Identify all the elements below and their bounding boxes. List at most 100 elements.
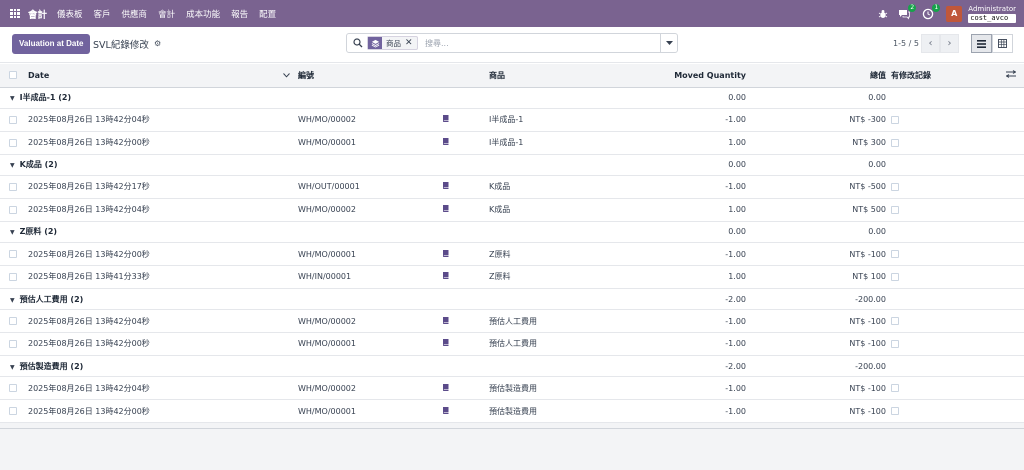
- table-row[interactable]: 2025年08月26日 13時42分00秒 WH/MO/00001 I半成品-1 1.…: [0, 131, 1024, 155]
- avatar[interactable]: A: [946, 5, 963, 22]
- gear-icon[interactable]: ⚙: [154, 39, 161, 48]
- modified-checkbox: [891, 407, 899, 416]
- column-header-modified[interactable]: 有修改記錄: [886, 64, 1006, 87]
- search-input[interactable]: [425, 37, 655, 50]
- cell-total: NT$ 100: [852, 272, 886, 282]
- cell-product: 預估人工費用: [489, 316, 537, 326]
- list-view-button[interactable]: [971, 34, 992, 53]
- cell-moved-quantity: -1.00: [725, 182, 746, 192]
- apps-menu-icon[interactable]: [10, 8, 20, 19]
- menu-item-dashboard[interactable]: 儀表板: [57, 8, 83, 20]
- group-row[interactable]: ▼ 預估人工費用 (2) -2.00 -200.00: [0, 288, 1024, 310]
- caret-down-icon: ▼: [10, 363, 15, 371]
- cell-reference: WH/MO/00001: [298, 249, 356, 259]
- select-all-checkbox[interactable]: [9, 71, 17, 80]
- row-checkbox[interactable]: [9, 250, 17, 259]
- view-switcher: [971, 34, 1013, 53]
- column-header-reference[interactable]: 編號: [296, 64, 436, 87]
- row-checkbox[interactable]: [9, 339, 17, 348]
- book-icon[interactable]: [442, 181, 450, 192]
- cell-moved-quantity: 1.00: [728, 205, 746, 215]
- table-row[interactable]: 2025年08月26日 13時42分00秒 WH/MO/00001 預估製造費用 -1…: [0, 400, 1024, 423]
- table-icon: [998, 39, 1007, 48]
- row-checkbox[interactable]: [9, 115, 17, 124]
- table-row[interactable]: 2025年08月26日 13時42分17秒 WH/OUT/00001 K成品 -1.0…: [0, 176, 1024, 199]
- optional-columns-toggle[interactable]: [1006, 64, 1024, 87]
- book-icon[interactable]: [442, 383, 450, 394]
- activity-clock-icon[interactable]: 1: [922, 3, 941, 20]
- navbar-systray: 2 1 A Administrator cost_avco: [878, 0, 1016, 27]
- cell-date: 2025年08月26日 13時42分04秒: [28, 115, 150, 125]
- previous-page-button[interactable]: ‹: [921, 34, 940, 53]
- row-checkbox[interactable]: [9, 138, 17, 147]
- column-header-date[interactable]: Date: [24, 64, 296, 87]
- group-row[interactable]: ▼ Z原料 (2) 0.00 0.00: [0, 221, 1024, 243]
- menu-item-customers[interactable]: 客戶: [94, 8, 111, 20]
- next-page-button[interactable]: ›: [940, 34, 959, 53]
- cell-total: NT$ -300: [849, 115, 886, 125]
- book-icon[interactable]: [442, 271, 450, 282]
- search-options-toggle[interactable]: [660, 34, 677, 52]
- database-name: cost_avco: [968, 13, 1016, 23]
- book-icon[interactable]: [442, 204, 450, 215]
- group-label: K成品 (2): [19, 160, 58, 170]
- table-row[interactable]: 2025年08月26日 13時42分04秒 WH/MO/00002 K成品 1.00 N…: [0, 198, 1024, 222]
- chat-icon[interactable]: 2: [898, 3, 917, 20]
- group-total: 0.00: [868, 160, 886, 170]
- group-label: I半成品-1 (2): [19, 93, 72, 103]
- row-checkbox[interactable]: [9, 272, 17, 281]
- group-row[interactable]: ▼ K成品 (2) 0.00 0.00: [0, 154, 1024, 176]
- row-checkbox[interactable]: [9, 205, 17, 214]
- list-icon: [977, 39, 986, 48]
- search-icon[interactable]: [353, 38, 363, 48]
- cell-moved-quantity: 1.00: [728, 138, 746, 148]
- book-icon[interactable]: [442, 249, 450, 260]
- cell-moved-quantity: -1.00: [725, 115, 746, 125]
- column-header-total[interactable]: 總值: [746, 64, 886, 87]
- group-row[interactable]: ▼ 預估製造費用 (2) -2.00 -200.00: [0, 355, 1024, 377]
- activity-badge: 1: [932, 3, 941, 12]
- menu-item-configuration[interactable]: 配置: [259, 8, 276, 20]
- column-header-product[interactable]: 商品: [486, 64, 636, 87]
- cell-date: 2025年08月26日 13時41分33秒: [28, 272, 150, 282]
- menu-item-accounting[interactable]: 會計: [158, 8, 175, 20]
- group-moved-quantity: -2.00: [725, 361, 746, 371]
- caret-down-icon: ▼: [10, 229, 15, 237]
- row-checkbox[interactable]: [9, 317, 17, 326]
- group-moved-quantity: 0.00: [728, 227, 746, 237]
- cell-reference: WH/MO/00002: [298, 205, 356, 215]
- modified-checkbox: [891, 250, 899, 259]
- bug-icon[interactable]: [878, 9, 888, 19]
- cell-moved-quantity: -1.00: [725, 249, 746, 259]
- book-icon[interactable]: [442, 338, 450, 349]
- app-brand[interactable]: 會計: [28, 7, 47, 21]
- table-row[interactable]: 2025年08月26日 13時42分04秒 WH/MO/00002 預估製造費用 -1…: [0, 377, 1024, 400]
- table-row[interactable]: 2025年08月26日 13時42分00秒 WH/MO/00001 預估人工費用 -1…: [0, 333, 1024, 356]
- row-checkbox[interactable]: [9, 182, 17, 191]
- group-label: 預估製造費用 (2): [19, 361, 84, 371]
- table-row[interactable]: 2025年08月26日 13時42分00秒 WH/MO/00001 Z原料 -1.00…: [0, 243, 1024, 266]
- row-checkbox[interactable]: [9, 384, 17, 393]
- column-header-moved-quantity[interactable]: Moved Quantity: [636, 64, 746, 87]
- cell-total: NT$ 300: [852, 138, 886, 148]
- pager-buttons: ‹ ›: [921, 34, 959, 53]
- menu-item-costing[interactable]: 成本功能: [186, 8, 220, 20]
- pivot-view-button[interactable]: [992, 34, 1013, 53]
- user-menu[interactable]: Administrator cost_avco: [968, 5, 1016, 23]
- table-row[interactable]: 2025年08月26日 13時42分04秒 WH/MO/00002 I半成品-1 -1…: [0, 109, 1024, 132]
- column-label-date: Date: [28, 70, 50, 80]
- row-checkbox[interactable]: [9, 407, 17, 416]
- menu-item-vendors[interactable]: 供應商: [122, 8, 148, 20]
- valuation-at-date-button[interactable]: Valuation at Date: [12, 34, 91, 54]
- book-icon[interactable]: [442, 316, 450, 327]
- book-icon[interactable]: [442, 114, 450, 125]
- pager-value[interactable]: 1-5 / 5: [893, 39, 919, 48]
- table-row[interactable]: 2025年08月26日 13時41分33秒 WH/IN/00001 Z原料 1.00 N…: [0, 265, 1024, 289]
- modified-checkbox: [891, 384, 899, 393]
- menu-item-reporting[interactable]: 報告: [231, 8, 248, 20]
- table-row[interactable]: 2025年08月26日 13時42分04秒 WH/MO/00002 預估人工費用 -1…: [0, 310, 1024, 333]
- close-icon[interactable]: ✕: [405, 38, 417, 48]
- group-row[interactable]: ▼ I半成品-1 (2) 0.00 0.00: [0, 87, 1024, 109]
- book-icon[interactable]: [442, 406, 450, 417]
- book-icon[interactable]: [442, 137, 450, 148]
